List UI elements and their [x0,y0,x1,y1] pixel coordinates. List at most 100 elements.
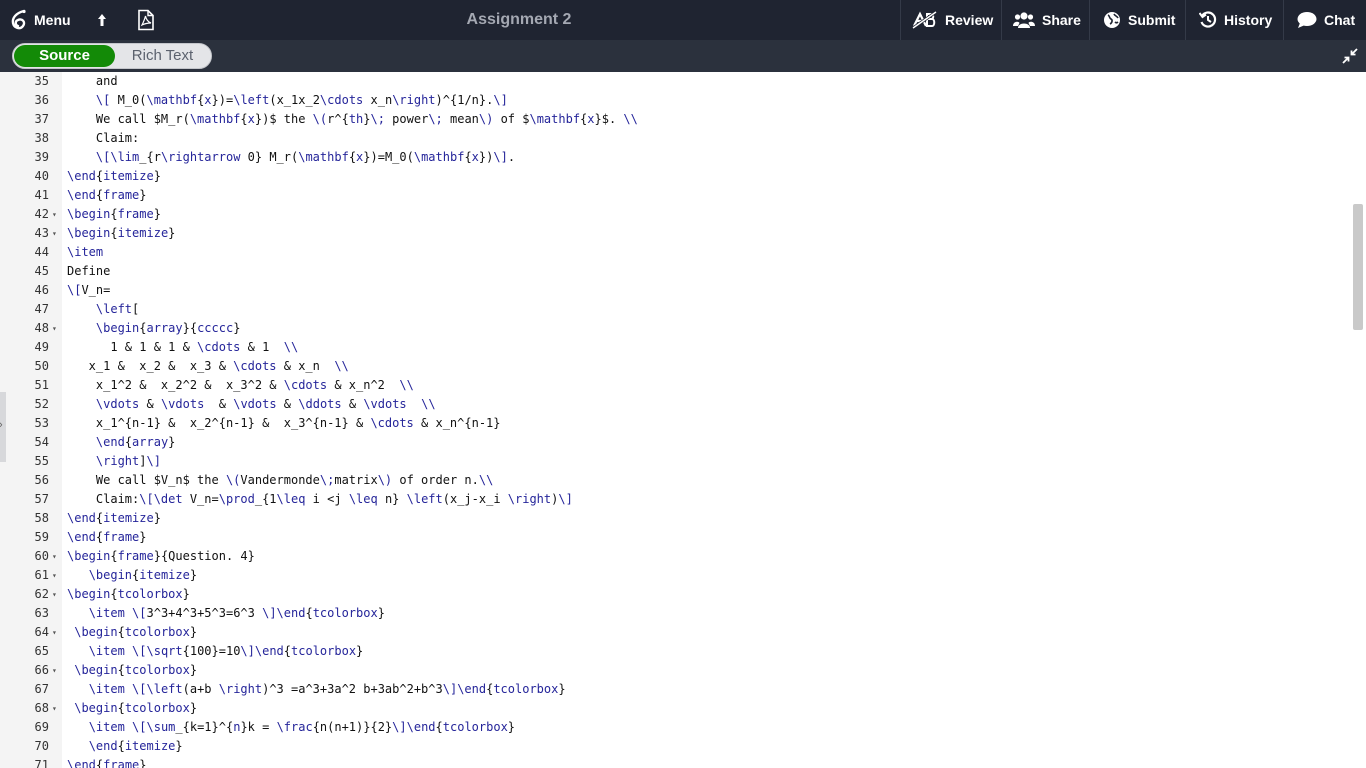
code-line[interactable]: 65 \item \[\sqrt{100}=10\]\end{tcolorbox… [0,642,1350,661]
code-line[interactable]: 53 x_1^{n-1} & x_2^{n-1} & x_3^{n-1} & \… [0,414,1350,433]
line-number: 59 [34,530,49,544]
fold-arrow-icon[interactable]: ▾ [52,585,57,604]
fold-arrow-icon[interactable]: ▾ [52,547,57,566]
code-line[interactable]: 46 \[V_n= [0,281,1350,300]
code-line[interactable]: 64 ▾ \begin{tcolorbox} [0,623,1350,642]
review-button[interactable]: Review [912,0,993,40]
vertical-scrollbar[interactable] [1353,204,1363,330]
globe-icon [1103,11,1121,29]
code-line[interactable]: 71 \end{frame} [0,756,1350,768]
line-text: \begin{tcolorbox} [74,663,198,677]
code-line[interactable]: 47 \left[ [0,300,1350,319]
code-line[interactable]: 70 \end{itemize} [0,737,1350,756]
line-number: 62 [34,587,49,601]
line-text: \item \[\left(a+b \right)^3 =a^3+3a^2 b+… [88,682,566,696]
code-line[interactable]: 50 x_1 & x_2 & x_3 & \cdots & x_n \\ [0,357,1350,376]
share-button[interactable]: Share [1013,0,1081,40]
line-text: \begin{itemize} [88,568,198,582]
line-text: We call $V_n$ the \(Vandermonde\;matrix\… [67,473,494,487]
line-text: \begin{tcolorbox} [67,587,190,601]
code-line[interactable]: 67 \item \[\left(a+b \right)^3 =a^3+3a^2… [0,680,1350,699]
line-number: 50 [34,359,49,373]
line-text: \item [67,245,104,259]
line-text: \[V_n= [67,283,111,297]
code-line[interactable]: 55 \right]\] [0,452,1350,471]
code-line[interactable]: 66 ▾ \begin{tcolorbox} [0,661,1350,680]
code-line[interactable]: 54 \end{array} [0,433,1350,452]
code-line[interactable]: 36 \[ M_0(\mathbf{x})=\left(x_1x_2\cdots… [0,91,1350,110]
code-line[interactable]: 48 ▾ \begin{array}{ccccc} [0,319,1350,338]
line-number: 67 [34,682,49,696]
line-number: 42 [34,207,49,221]
chat-label: Chat [1324,12,1356,28]
line-number: 47 [34,302,49,316]
submit-label: Submit [1128,12,1176,28]
code-line[interactable]: 62 ▾ \begin{tcolorbox} [0,585,1350,604]
line-number: 61 [34,568,49,582]
fold-arrow-icon[interactable]: ▾ [52,699,57,718]
divider [900,0,901,40]
line-text: \begin{frame} [67,207,161,221]
code-line[interactable]: 51 x_1^2 & x_2^2 & x_3^2 & \cdots & x_n^… [0,376,1350,395]
code-line[interactable]: 39 \[\lim_{r\rightarrow 0} M_r(\mathbf{x… [0,148,1350,167]
line-number: 57 [34,492,49,506]
code-line[interactable]: 63 \item \[3^3+4^3+5^3=6^3 \]\end{tcolor… [0,604,1350,623]
line-text: \end{frame} [67,188,147,202]
code-line[interactable]: 68 ▾ \begin{tcolorbox} [0,699,1350,718]
code-line[interactable]: 40 \end{itemize} [0,167,1350,186]
code-line[interactable]: 59 \end{frame} [0,528,1350,547]
collapse-arrows-icon[interactable] [1342,48,1358,64]
line-number: 40 [34,169,49,183]
fold-arrow-icon[interactable]: ▾ [52,623,57,642]
submit-button[interactable]: Submit [1103,0,1175,40]
line-number: 69 [34,720,49,734]
line-number: 35 [34,74,49,88]
code-line[interactable]: 38 Claim: [0,129,1350,148]
line-number: 60 [34,549,49,563]
line-number: 46 [34,283,49,297]
line-number: 49 [34,340,49,354]
code-line[interactable]: 45 Define [0,262,1350,281]
code-line[interactable]: 42 ▾ \begin{frame} [0,205,1350,224]
code-line[interactable]: 35 and [0,72,1350,91]
line-text: \left[ [95,302,140,316]
source-mode-button[interactable]: Source [14,45,115,67]
line-number: 54 [34,435,49,449]
line-text: \vdots & \vdots & \vdots & \ddots & \vdo… [95,397,436,411]
line-text: We call $M_r(\mathbf{x})$ the \(r^{th}\;… [67,112,638,126]
line-text: \item \[\sqrt{100}=10\]\end{tcolorbox} [88,644,364,658]
code-line[interactable]: 58 \end{itemize} [0,509,1350,528]
history-button[interactable]: History [1199,0,1272,40]
code-line[interactable]: 37 We call $M_r(\mathbf{x})$ the \(r^{th… [0,110,1350,129]
code-line[interactable]: 57 Claim:\[\det V_n=\prod_{1\leq i <j \l… [0,490,1350,509]
line-text: \begin{tcolorbox} [74,625,198,639]
rich-text-mode-button[interactable]: Rich Text [115,45,210,67]
code-line[interactable]: 56 We call $V_n$ the \(Vandermonde\;matr… [0,471,1350,490]
fold-arrow-icon[interactable]: ▾ [52,224,57,243]
code-line[interactable]: 44 \item [0,243,1350,262]
code-line[interactable]: 43 ▾ \begin{itemize} [0,224,1350,243]
code-line[interactable]: 61 ▾ \begin{itemize} [0,566,1350,585]
line-number: 58 [34,511,49,525]
fold-arrow-icon[interactable]: ▾ [52,566,57,585]
line-number: 53 [34,416,49,430]
line-number: 70 [34,739,49,753]
history-label: History [1224,12,1273,28]
code-editor[interactable]: › 35 and36 \[ M_0(\mathbf{x})=\left(x_1x… [0,72,1366,768]
line-text: x_1 & x_2 & x_3 & \cdots & x_n \\ [67,359,349,373]
chat-button[interactable]: Chat [1297,0,1355,40]
code-line[interactable]: 49 1 & 1 & 1 & \cdots & 1 \\ [0,338,1350,357]
project-title: Assignment 2 [466,11,572,28]
line-text: \end{itemize} [67,169,161,183]
code-line[interactable]: 52 \vdots & \vdots & \vdots & \ddots & \… [0,395,1350,414]
line-text: \[ M_0(\mathbf{x})=\left(x_1x_2\cdots x_… [95,93,508,107]
line-number: 39 [34,150,49,164]
code-line[interactable]: 41 \end{frame} [0,186,1350,205]
fold-arrow-icon[interactable]: ▾ [52,205,57,224]
code-line[interactable]: 60 ▾ \begin{frame}{Question. 4} [0,547,1350,566]
line-text: \begin{array}{ccccc} [95,321,241,335]
fold-arrow-icon[interactable]: ▾ [52,319,57,338]
fold-arrow-icon[interactable]: ▾ [52,661,57,680]
code-line[interactable]: 69 \item \[\sum_{k=1}^{n}k = \frac{n(n+1… [0,718,1350,737]
share-label: Share [1042,12,1081,28]
